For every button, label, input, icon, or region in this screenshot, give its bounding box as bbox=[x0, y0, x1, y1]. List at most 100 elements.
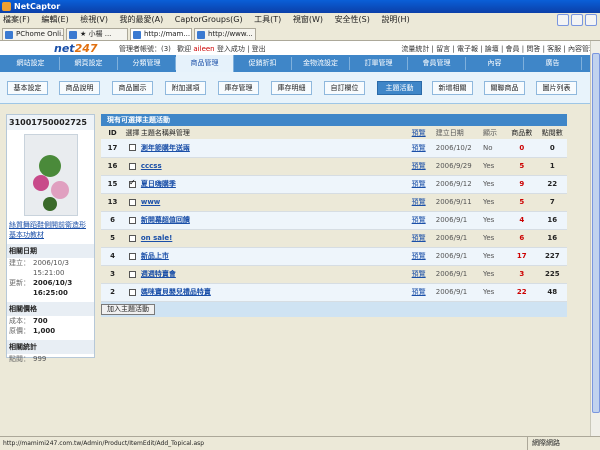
topic-name-link[interactable]: 新品上市 bbox=[141, 252, 169, 260]
nav-site-settings[interactable]: 網站設定 bbox=[2, 57, 60, 70]
row-id: 4 bbox=[101, 247, 125, 266]
subtab-topics[interactable]: 主題活動 bbox=[377, 81, 422, 95]
subtab-description[interactable]: 商品說明 bbox=[59, 81, 100, 95]
topics-panel-title: 現有可選擇主題活動 bbox=[101, 114, 567, 126]
table-row: 6 新開幕超值回饋 預覽 2006/9/1 Yes 4 16 bbox=[101, 211, 567, 230]
menu-security[interactable]: 安全性(S) bbox=[335, 15, 370, 24]
row-checkbox[interactable] bbox=[128, 216, 136, 224]
preview-link[interactable]: 預覽 bbox=[411, 157, 436, 176]
menu-edit[interactable]: 編輯(E) bbox=[41, 15, 68, 24]
product-summary-panel: 31001750002725 絲質舞蹈鞋側開前衛造形基本功教材 相關日期 建立：… bbox=[6, 114, 95, 363]
product-name-link[interactable]: 絲質舞蹈鞋側開前衛造形基本功教材 bbox=[7, 220, 94, 240]
nav-members[interactable]: 會員管理 bbox=[408, 57, 466, 70]
row-checkbox[interactable] bbox=[128, 252, 136, 260]
nav-content[interactable]: 內容 bbox=[466, 57, 524, 70]
login-status-logout[interactable]: 登入成功 | 登出 bbox=[217, 45, 266, 53]
back-icon[interactable] bbox=[557, 14, 569, 26]
row-show: Yes bbox=[482, 211, 507, 230]
row-checkbox[interactable] bbox=[128, 270, 136, 278]
preview-link[interactable]: 預覽 bbox=[411, 139, 436, 158]
topic-name-link[interactable]: 新開幕超值回饋 bbox=[141, 216, 190, 224]
cost-label: 成本： bbox=[9, 317, 30, 325]
subtab-add-related[interactable]: 新增相關 bbox=[432, 81, 473, 95]
row-checkbox[interactable] bbox=[128, 288, 136, 296]
cost-value: 700 bbox=[33, 317, 48, 325]
row-date: 2006/9/11 bbox=[435, 193, 483, 212]
subtab-basic[interactable]: 基本設定 bbox=[7, 81, 48, 95]
row-count: 17 bbox=[506, 247, 538, 266]
row-checkbox[interactable] bbox=[128, 234, 136, 242]
preview-link[interactable]: 預覽 bbox=[411, 193, 436, 212]
topic-name-link[interactable]: on sale! bbox=[141, 234, 172, 242]
row-id: 6 bbox=[101, 211, 125, 230]
subtab-custom-fields[interactable]: 自訂欄位 bbox=[324, 81, 365, 95]
price-label: 原價： bbox=[9, 327, 30, 335]
nav-promotions[interactable]: 促銷折扣 bbox=[234, 57, 292, 70]
site-header: net247 管理者帳號：(3) 歡迎 aileen 登入成功 | 登出 流量統… bbox=[0, 41, 600, 55]
browser-tab-xiaoyang[interactable]: ★ 小楊 ... bbox=[66, 28, 128, 40]
topic-name-link[interactable]: 夏日嗨購季 bbox=[141, 180, 176, 188]
add-topic-button[interactable]: 加入主題活動 bbox=[101, 303, 155, 315]
subtab-related-products[interactable]: 關聯商品 bbox=[484, 81, 525, 95]
nav-products[interactable]: 商品管理 bbox=[176, 55, 234, 72]
nav-orders[interactable]: 訂單管理 bbox=[350, 57, 408, 70]
row-clicks: 48 bbox=[537, 283, 567, 302]
nav-page-settings[interactable]: 網頁設定 bbox=[60, 57, 118, 70]
row-checkbox[interactable] bbox=[128, 162, 136, 170]
menu-tools[interactable]: 工具(T) bbox=[254, 15, 281, 24]
row-checkbox-checked[interactable] bbox=[128, 178, 136, 188]
cost-row: 成本： 700 bbox=[7, 316, 94, 326]
menu-view[interactable]: 檢視(V) bbox=[80, 15, 108, 24]
topic-name-link[interactable]: 媽咪寶貝嬰兒禮品特賣 bbox=[141, 288, 211, 296]
scrollbar-thumb[interactable] bbox=[592, 53, 600, 413]
topic-name-link[interactable]: 測年節購年送兩 bbox=[141, 144, 190, 152]
row-checkbox[interactable] bbox=[128, 198, 136, 206]
nav-ads[interactable]: 廣告 bbox=[524, 57, 582, 70]
close-tab-icon[interactable] bbox=[585, 14, 597, 26]
row-count: 0 bbox=[506, 139, 538, 158]
preview-link[interactable]: 預覽 bbox=[411, 175, 436, 194]
created-time: 15:21:00 bbox=[33, 269, 65, 277]
subtab-options[interactable]: 附加選項 bbox=[165, 81, 206, 95]
preview-link[interactable]: 預覽 bbox=[411, 265, 436, 284]
product-image[interactable] bbox=[23, 134, 78, 216]
created-label: 建立： bbox=[9, 259, 30, 267]
menu-help[interactable]: 說明(H) bbox=[381, 15, 409, 24]
row-show: Yes bbox=[482, 265, 507, 284]
subtab-images[interactable]: 商品圖示 bbox=[112, 81, 153, 95]
menu-captorgroups[interactable]: CaptorGroups(G) bbox=[175, 15, 243, 24]
preview-link[interactable]: 預覽 bbox=[411, 229, 436, 248]
admin-links: 管理者帳號：(3) 歡迎 aileen 登入成功 | 登出 bbox=[119, 44, 266, 54]
preview-link[interactable]: 預覽 bbox=[411, 211, 436, 230]
nav-category[interactable]: 分類管理 bbox=[118, 57, 176, 70]
col-id: ID bbox=[108, 128, 117, 137]
browser-tab-www[interactable]: http://www... bbox=[194, 28, 256, 40]
topic-name-link[interactable]: 週週特賣會 bbox=[141, 270, 176, 278]
col-select: 選擇 bbox=[125, 128, 140, 137]
subtab-stock-detail[interactable]: 庫存明細 bbox=[271, 81, 312, 95]
dates-section-title: 相關日期 bbox=[7, 244, 94, 258]
row-id: 15 bbox=[101, 175, 125, 194]
status-bar: http://mamimi247.com.tw/Admin/Product/It… bbox=[0, 436, 600, 450]
topic-name-link[interactable]: cccss bbox=[141, 162, 162, 170]
row-date: 2006/9/1 bbox=[435, 229, 483, 248]
page-scrollbar[interactable] bbox=[590, 41, 600, 436]
preview-link[interactable]: 預覽 bbox=[411, 247, 436, 266]
row-id: 5 bbox=[101, 229, 125, 248]
table-row: 5 on sale! 預覽 2006/9/1 Yes 6 16 bbox=[101, 229, 567, 248]
menu-favorites[interactable]: 我的最愛(A) bbox=[120, 15, 164, 24]
username: aileen bbox=[193, 45, 215, 53]
subtab-image-list[interactable]: 圖片列表 bbox=[536, 81, 577, 95]
admin-account-link[interactable]: 管理者帳號：(3) bbox=[119, 45, 171, 53]
browser-tab-mamimi[interactable]: http://mam... bbox=[130, 28, 192, 40]
top-right-links[interactable]: 流量統計 | 留言 | 電子報 | 論壇 | 會員 | 問答 | 客服 | 內容… bbox=[401, 44, 596, 54]
preview-link[interactable]: 預覽 bbox=[411, 283, 436, 302]
row-checkbox[interactable] bbox=[128, 144, 136, 152]
topic-name-link[interactable]: www bbox=[141, 198, 160, 206]
menu-file[interactable]: 檔案(F) bbox=[3, 15, 30, 24]
nav-logistics[interactable]: 金物流設定 bbox=[292, 57, 350, 70]
forward-icon[interactable] bbox=[571, 14, 583, 26]
subtab-stock[interactable]: 庫存管理 bbox=[218, 81, 259, 95]
browser-tab-pchome[interactable]: PChome Onli... bbox=[2, 28, 64, 40]
menu-window[interactable]: 視窗(W) bbox=[293, 15, 323, 24]
